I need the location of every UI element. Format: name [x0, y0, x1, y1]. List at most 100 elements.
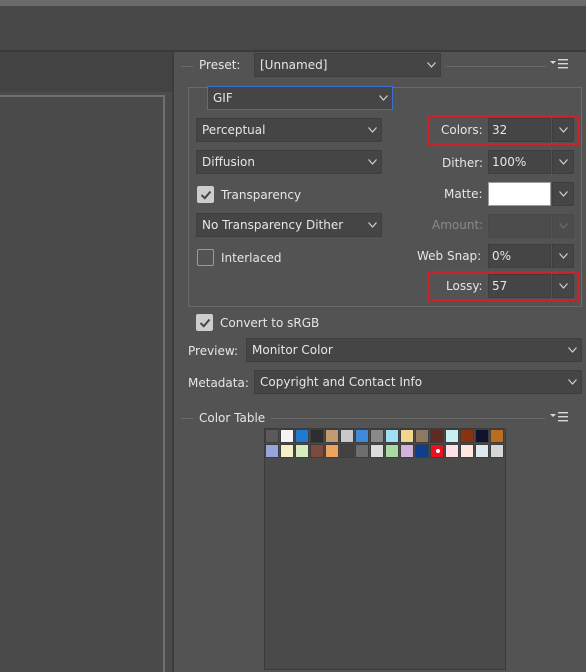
format-value: GIF: [213, 91, 233, 105]
color-swatch[interactable]: [295, 444, 309, 458]
chevron-down-icon: [379, 95, 388, 101]
format-dropdown[interactable]: GIF: [207, 86, 393, 110]
colors-value: 32: [492, 123, 508, 137]
color-swatch[interactable]: [445, 429, 459, 443]
chevron-down-icon: [568, 379, 577, 385]
color-table-menu-icon[interactable]: [550, 411, 572, 423]
color-swatch[interactable]: [340, 429, 354, 443]
color-swatch[interactable]: [460, 444, 474, 458]
transparency-dither-dropdown[interactable]: No Transparency Dither: [196, 213, 382, 237]
color-swatch[interactable]: [325, 444, 339, 458]
preview-tab-bar: [0, 52, 172, 92]
color-swatch[interactable]: [490, 429, 504, 443]
transparency-dither-value: No Transparency Dither: [202, 218, 344, 232]
chevron-down-icon: [559, 253, 568, 259]
color-swatch[interactable]: [325, 429, 339, 443]
chevron-down-icon: [368, 159, 377, 165]
metadata-label: Metadata:: [188, 376, 249, 390]
checkmark-icon: [200, 190, 212, 200]
convert-srgb-label: Convert to sRGB: [220, 316, 320, 330]
color-swatch[interactable]: [370, 429, 384, 443]
preset-dropdown[interactable]: [Unnamed]: [254, 53, 441, 77]
color-swatch[interactable]: [385, 429, 399, 443]
color-swatch[interactable]: [400, 444, 414, 458]
lossy-label: Lossy:: [446, 279, 483, 293]
options-strip: [0, 6, 586, 50]
preview-dropdown[interactable]: Monitor Color: [246, 338, 582, 362]
chevron-down-icon: [559, 223, 568, 229]
color-table-grid[interactable]: [264, 428, 506, 670]
panel-menu-icon[interactable]: [550, 58, 572, 70]
color-swatch[interactable]: [475, 429, 489, 443]
color-table-title: Color Table: [199, 411, 266, 425]
dither-value: 100%: [492, 155, 527, 169]
color-reduction-dropdown[interactable]: Perceptual: [196, 118, 382, 142]
lossy-value: 57: [492, 279, 508, 293]
web-snap-field[interactable]: 0%: [488, 244, 551, 268]
matte-label: Matte:: [444, 187, 483, 201]
selected-swatch-marker: [436, 449, 440, 453]
checkmark-icon: [199, 318, 211, 328]
chevron-down-icon: [427, 62, 436, 68]
color-swatch[interactable]: [340, 444, 354, 458]
preset-group-line: [181, 66, 193, 67]
matte-color-swatch[interactable]: [488, 182, 551, 206]
color-swatch[interactable]: [430, 429, 444, 443]
color-swatch[interactable]: [355, 429, 369, 443]
image-preview[interactable]: [0, 95, 165, 672]
web-snap-dropdown-button[interactable]: [552, 244, 574, 268]
color-swatch[interactable]: [265, 444, 279, 458]
dither-field[interactable]: 100%: [488, 150, 551, 174]
color-swatch[interactable]: [385, 444, 399, 458]
color-swatch[interactable]: [415, 429, 429, 443]
color-table-line: [271, 418, 545, 419]
convert-srgb-checkbox[interactable]: [196, 314, 213, 331]
web-snap-label: Web Snap:: [417, 249, 482, 263]
color-swatch[interactable]: [475, 444, 489, 458]
chevron-down-icon: [368, 127, 377, 133]
transparency-checkbox[interactable]: [197, 186, 214, 203]
chevron-down-icon: [568, 347, 577, 353]
chevron-down-icon: [368, 222, 377, 228]
color-swatch[interactable]: [280, 429, 294, 443]
amount-dropdown-button: [552, 214, 574, 238]
color-reduction-value: Perceptual: [202, 123, 266, 137]
color-swatch[interactable]: [415, 444, 429, 458]
interlaced-label: Interlaced: [221, 251, 282, 265]
dither-algorithm-value: Diffusion: [202, 155, 255, 169]
colors-field[interactable]: 32: [488, 118, 551, 142]
color-swatch[interactable]: [400, 429, 414, 443]
dither-algorithm-dropdown[interactable]: Diffusion: [196, 150, 382, 174]
color-swatch[interactable]: [460, 429, 474, 443]
metadata-value: Copyright and Contact Info: [260, 375, 423, 389]
metadata-dropdown[interactable]: Copyright and Contact Info: [254, 370, 582, 394]
transparency-label: Transparency: [221, 188, 302, 202]
preview-value: Monitor Color: [252, 343, 333, 357]
colors-dropdown-button[interactable]: [552, 118, 574, 142]
interlaced-checkbox[interactable]: [197, 249, 214, 266]
color-swatch[interactable]: [310, 444, 324, 458]
color-swatch[interactable]: [265, 429, 279, 443]
color-swatch[interactable]: [445, 444, 459, 458]
color-swatch[interactable]: [490, 444, 504, 458]
amount-field: [488, 214, 551, 238]
colors-label: Colors:: [441, 123, 483, 137]
color-table-line: [181, 418, 193, 419]
lossy-field[interactable]: 57: [488, 274, 551, 298]
chevron-down-icon: [559, 159, 568, 165]
lossy-dropdown-button[interactable]: [552, 274, 574, 298]
color-swatch[interactable]: [370, 444, 384, 458]
preset-group-line: [446, 66, 546, 67]
preview-label: Preview:: [188, 344, 239, 358]
matte-dropdown-button[interactable]: [552, 182, 574, 206]
color-swatch[interactable]: [310, 429, 324, 443]
web-snap-value: 0%: [492, 249, 512, 263]
color-swatch[interactable]: [295, 429, 309, 443]
dither-dropdown-button[interactable]: [552, 150, 574, 174]
color-swatch[interactable]: [280, 444, 294, 458]
preset-value: [Unnamed]: [260, 58, 328, 72]
color-swatch[interactable]: [355, 444, 369, 458]
preset-label: Preset:: [199, 58, 241, 72]
dither-label: Dither:: [442, 156, 484, 170]
chevron-down-icon: [559, 127, 568, 133]
